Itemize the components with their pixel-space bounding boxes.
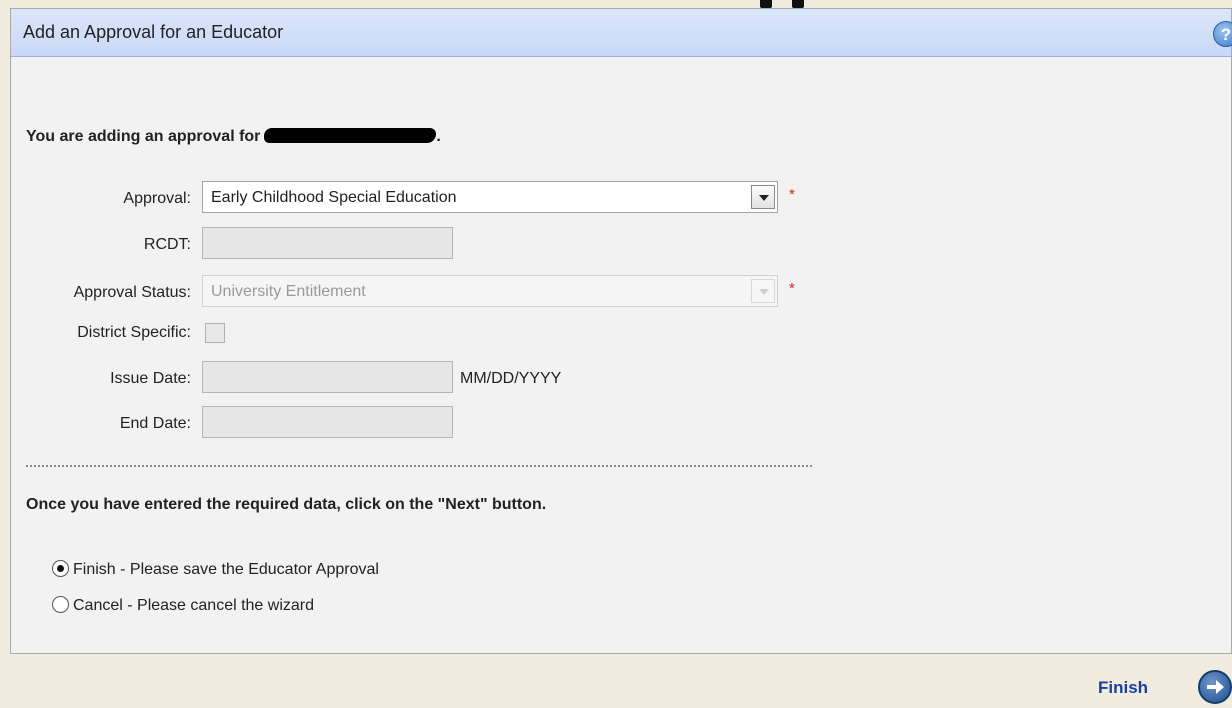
required-marker: * bbox=[789, 186, 795, 203]
district-specific-label: District Specific: bbox=[77, 324, 191, 341]
issue-date-input[interactable] bbox=[202, 361, 453, 393]
approval-panel: Add an Approval for an Educator ? bbox=[10, 8, 1232, 654]
intro-period: . bbox=[436, 128, 441, 145]
approval-status-value: University Entitlement bbox=[211, 283, 366, 300]
end-date-label: End Date: bbox=[119, 415, 191, 432]
instruction-text: Once you have entered the required data,… bbox=[26, 496, 547, 513]
dotted-divider bbox=[26, 465, 812, 467]
approval-select[interactable]: Early Childhood Special Education bbox=[202, 181, 778, 213]
date-format-hint: MM/DD/YYYY bbox=[460, 370, 562, 387]
intro-label: You are adding an approval for bbox=[26, 128, 261, 145]
finish-option-label: Finish - Please save the Educator Approv… bbox=[73, 561, 379, 578]
cancel-option-label: Cancel - Please cancel the wizard bbox=[73, 597, 315, 614]
finish-link[interactable]: Finish bbox=[1098, 678, 1148, 698]
approval-status-select: University Entitlement bbox=[202, 275, 778, 307]
finish-option[interactable]: Finish - Please save the Educator Approv… bbox=[52, 560, 379, 579]
issue-date-label: Issue Date: bbox=[110, 370, 191, 387]
chevron-down-icon[interactable] bbox=[751, 185, 775, 209]
approval-select-value: Early Childhood Special Education bbox=[211, 189, 457, 206]
redacted-name bbox=[264, 128, 437, 143]
arrow-right-circle-icon[interactable] bbox=[1198, 670, 1232, 704]
cancel-option[interactable]: Cancel - Please cancel the wizard bbox=[52, 596, 314, 615]
help-icon[interactable]: ? bbox=[1213, 21, 1232, 47]
district-specific-checkbox[interactable] bbox=[205, 323, 225, 343]
end-date-input[interactable] bbox=[202, 406, 453, 438]
panel-header: Add an Approval for an Educator ? bbox=[11, 9, 1232, 57]
approval-status-label: Approval Status: bbox=[73, 284, 191, 301]
panel-title: Add an Approval for an Educator bbox=[23, 22, 284, 42]
required-marker: * bbox=[789, 280, 795, 297]
top-strip bbox=[0, 0, 1232, 8]
cancel-radio[interactable] bbox=[52, 596, 69, 613]
rcdt-label: RCDT: bbox=[143, 236, 191, 253]
finish-radio[interactable] bbox=[52, 560, 69, 577]
cropped-heading-fragment bbox=[738, 0, 828, 8]
chevron-down-icon bbox=[751, 279, 775, 303]
rcdt-input[interactable] bbox=[202, 227, 453, 259]
approval-label: Approval: bbox=[123, 190, 191, 207]
intro-text: You are adding an approval for. bbox=[26, 128, 441, 146]
